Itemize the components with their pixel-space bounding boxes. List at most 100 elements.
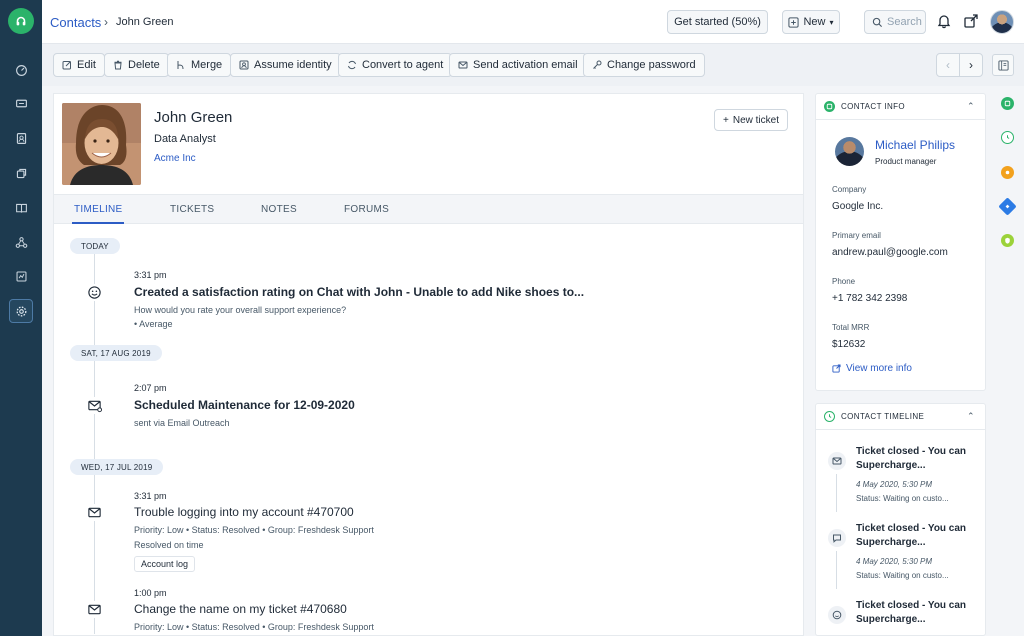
get-started-label: Get started (50%): [674, 16, 761, 28]
knowledge-base-icon[interactable]: [9, 196, 33, 220]
timeline-event-detail: How would you rate your overall support …: [134, 305, 347, 315]
integration-app-icon[interactable]: [998, 197, 1017, 216]
external-link-icon: [832, 364, 841, 373]
requester-role: Product manager: [875, 157, 937, 166]
smiley-icon: [828, 606, 846, 624]
contact-timeline-item-title[interactable]: Ticket closed - You can Supercharge...: [856, 599, 981, 627]
contact-timeline-header[interactable]: CONTACT TIMELINE ⌃: [816, 404, 985, 430]
user-avatar[interactable]: [990, 10, 1014, 34]
company-label: Company: [832, 185, 867, 194]
email-icon: [86, 601, 103, 618]
breadcrumb-separator: ›: [104, 15, 108, 29]
tab-timeline[interactable]: TIMELINE: [74, 204, 123, 215]
contact-tabs: TIMELINE TICKETS NOTES FORUMS: [54, 194, 803, 224]
view-more-info-label: View more info: [846, 363, 912, 374]
search-box[interactable]: Search: [864, 10, 926, 34]
key-icon: [593, 60, 602, 69]
email-label: Primary email: [832, 231, 881, 240]
requester-name[interactable]: Michael Philips: [875, 138, 955, 152]
timeline-event-detail: Priority: Low • Status: Resolved • Group…: [134, 622, 374, 632]
breadcrumb-current: John Green: [116, 16, 174, 28]
left-navigation-rail: [0, 0, 42, 636]
new-ticket-label: New ticket: [732, 114, 779, 126]
edit-label: Edit: [77, 59, 96, 71]
merge-icon: [177, 61, 184, 70]
community-icon[interactable]: [9, 230, 33, 254]
plus-icon: +: [723, 114, 729, 126]
search-placeholder: Search: [887, 16, 922, 28]
convert-to-agent-label: Convert to agent: [362, 59, 444, 71]
timeline-event-title[interactable]: Created a satisfaction rating on Chat wi…: [134, 285, 584, 299]
email-icon: [828, 452, 846, 470]
top-bar: Contacts › John Green Get started (50%) …: [42, 0, 1024, 44]
contacts-icon[interactable]: [9, 126, 33, 150]
merge-button[interactable]: Merge: [167, 53, 232, 77]
tickets-icon[interactable]: [9, 91, 33, 115]
chat-icon: [828, 529, 846, 547]
previous-contact-button[interactable]: ‹: [936, 53, 960, 77]
new-ticket-button[interactable]: + New ticket: [714, 109, 788, 131]
breadcrumb-contacts[interactable]: Contacts: [50, 15, 101, 30]
contact-info-title: CONTACT INFO: [841, 102, 906, 111]
chevron-up-icon[interactable]: ⌃: [967, 101, 975, 112]
panel-toggle-icon: [997, 59, 1009, 71]
delete-label: Delete: [128, 59, 160, 71]
tab-notes[interactable]: NOTES: [261, 204, 297, 215]
notifications-bell-icon[interactable]: [935, 12, 953, 30]
apps-share-icon[interactable]: [962, 12, 980, 30]
contact-timeline-item-title[interactable]: Ticket closed - You can Supercharge...: [856, 522, 981, 550]
email-icon: [86, 504, 103, 521]
groups-icon[interactable]: [9, 161, 33, 185]
phone-value: +1 782 342 2398: [832, 293, 908, 304]
timeline-event-title[interactable]: Trouble logging into my account #470700: [134, 505, 354, 519]
email-outreach-icon: [86, 397, 103, 414]
contact-timeline-item-status: Status: Waiting on custo...: [856, 494, 949, 503]
contact-timeline-title: CONTACT TIMELINE: [841, 412, 925, 421]
account-log-tag[interactable]: Account log: [134, 556, 196, 572]
rewards-app-icon[interactable]: [1001, 166, 1014, 179]
contact-info-panel: CONTACT INFO ⌃ Michael Philips Product m…: [815, 93, 986, 391]
view-more-info-link[interactable]: View more info: [832, 363, 912, 374]
chevron-down-icon: ▾: [829, 17, 834, 27]
send-activation-email-label: Send activation email: [473, 59, 578, 71]
tab-tickets[interactable]: TICKETS: [170, 204, 214, 215]
assume-identity-button[interactable]: Assume identity: [230, 53, 341, 77]
contact-company-link[interactable]: Acme Inc: [154, 153, 196, 164]
timeline-event-time: 3:31 pm: [134, 270, 167, 280]
chevron-up-icon[interactable]: ⌃: [967, 411, 975, 422]
new-dropdown-button[interactable]: New ▾: [782, 10, 840, 34]
contact-action-bar: Edit Delete Merge Assume identity Conver…: [42, 44, 1024, 86]
contact-timeline-item-title[interactable]: Ticket closed - You can Supercharge...: [856, 445, 981, 473]
freshdesk-logo-icon[interactable]: [8, 8, 34, 34]
merge-label: Merge: [191, 59, 223, 71]
contact-info-header[interactable]: CONTACT INFO ⌃: [816, 94, 985, 120]
timeline-event-title[interactable]: Scheduled Maintenance for 12-09-2020: [134, 398, 355, 412]
convert-refresh-icon: [348, 60, 356, 70]
assume-identity-label: Assume identity: [254, 59, 332, 71]
change-password-label: Change password: [607, 59, 696, 71]
timeline-event-title[interactable]: Change the name on my ticket #470680: [134, 602, 347, 616]
send-activation-email-button[interactable]: Send activation email: [449, 53, 587, 77]
contact-timeline-panel: CONTACT TIMELINE ⌃ Ticket closed - You c…: [815, 403, 986, 636]
next-contact-button[interactable]: ›: [959, 53, 983, 77]
contact-info-icon: [824, 101, 835, 112]
edit-button[interactable]: Edit: [53, 53, 105, 77]
convert-to-agent-button[interactable]: Convert to agent: [338, 53, 453, 77]
timeline-day-label: TODAY: [70, 238, 120, 254]
email-value: andrew.paul@google.com: [832, 247, 948, 258]
toggle-sidebar-button[interactable]: [992, 54, 1014, 76]
timeline-app-icon[interactable]: [1001, 131, 1014, 144]
security-app-icon[interactable]: [1001, 234, 1014, 247]
timeline-day-label: WED, 17 JUL 2019: [70, 459, 164, 475]
contact-info-app-icon[interactable]: [1001, 97, 1014, 110]
admin-settings-icon[interactable]: [9, 299, 33, 323]
delete-button[interactable]: Delete: [104, 53, 169, 77]
contact-timeline-item-date: 4 May 2020, 5:30 PM: [856, 557, 933, 566]
reports-icon[interactable]: [9, 264, 33, 288]
dashboard-icon[interactable]: [9, 58, 33, 82]
tab-forums[interactable]: FORUMS: [344, 204, 389, 215]
requester-avatar: [835, 137, 864, 166]
change-password-button[interactable]: Change password: [583, 53, 705, 77]
smiley-icon: [86, 284, 103, 301]
get-started-button[interactable]: Get started (50%): [667, 10, 768, 34]
